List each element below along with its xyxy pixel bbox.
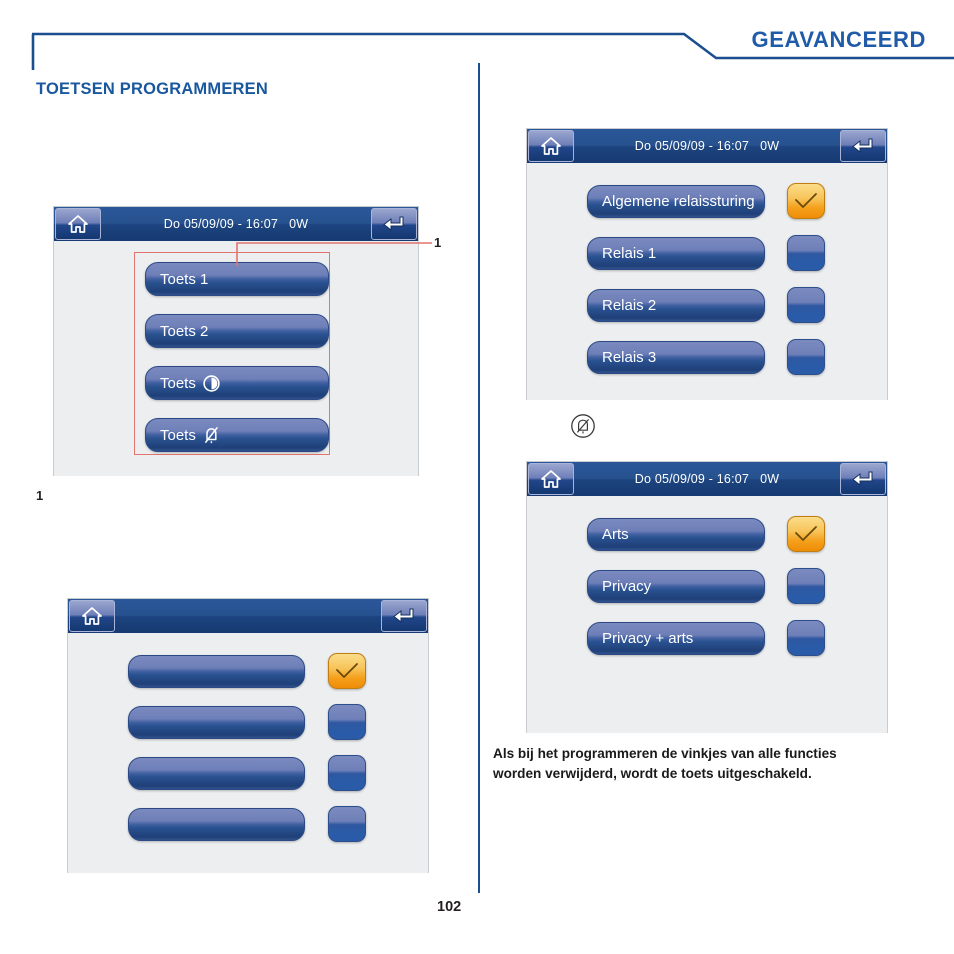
list-item-label: Toets 1 (160, 270, 209, 288)
bell-muted-icon (202, 425, 221, 445)
device-screen-blank-options (67, 598, 429, 873)
checkbox-unchecked[interactable] (787, 620, 825, 656)
list-item-label: Toets (160, 374, 196, 392)
return-arrow-icon (393, 608, 414, 624)
list-item-label: Relais 1 (602, 244, 657, 262)
note-paragraph: Als bij het programmeren de vinkjes van … (493, 744, 917, 783)
device-screen-relay-options: Do 05/09/09 - 16:07 0W Algemene relaisst… (526, 128, 888, 400)
list-item[interactable] (128, 755, 366, 791)
key-row-label[interactable]: Toets (145, 418, 329, 452)
back-button[interactable] (381, 600, 427, 632)
back-button[interactable] (840, 463, 886, 495)
bell-muted-circled-marker (569, 412, 597, 445)
brightness-icon (202, 374, 221, 393)
list-item-label: Toets 2 (160, 322, 209, 340)
check-icon (795, 526, 817, 541)
page-header: GEAVANCEERD (0, 0, 954, 70)
table-row[interactable]: Privacy + arts (587, 620, 825, 656)
list-item[interactable]: Toets 2 (145, 314, 329, 348)
check-icon (336, 663, 358, 678)
callout-number-bottom: 1 (36, 488, 44, 503)
home-icon (82, 607, 102, 625)
note-line-2: worden verwijderd, wordt de toets uitges… (493, 765, 812, 781)
home-button[interactable] (528, 130, 574, 162)
list-item-label: Privacy (602, 577, 652, 595)
checkbox-checked[interactable] (328, 653, 366, 689)
titlebar (68, 599, 428, 633)
list-item-label: Relais 2 (602, 296, 657, 314)
list-item-label: Algemene relaissturing (602, 192, 755, 210)
device-screen-keys-list: Do 05/09/09 - 16:07 0W Toets 1 Toets 2 T… (53, 206, 419, 476)
home-button[interactable] (528, 463, 574, 495)
note-line-1: Als bij het programmeren de vinkjes van … (493, 746, 837, 761)
return-arrow-icon (852, 138, 873, 154)
table-row[interactable]: Algemene relaissturing (587, 183, 825, 219)
list-item[interactable] (128, 704, 366, 740)
home-icon (68, 215, 88, 233)
titlebar: Do 05/09/09 - 16:07 0W (527, 129, 887, 163)
list-item-label: Relais 3 (602, 348, 657, 366)
list-item-label: Arts (602, 525, 629, 543)
back-button[interactable] (371, 208, 417, 240)
list-item[interactable]: Toets (145, 418, 329, 452)
checkbox-checked[interactable] (787, 516, 825, 552)
page-number: 102 (437, 899, 462, 915)
device-screen-privacy-options: Do 05/09/09 - 16:07 0W Arts Privacy Priv… (526, 461, 888, 733)
option-row-label[interactable] (128, 654, 305, 688)
option-row-label[interactable]: Algemene relaissturing (587, 184, 765, 218)
home-icon (541, 470, 561, 488)
table-row[interactable]: Relais 3 (587, 339, 825, 375)
home-icon (541, 137, 561, 155)
option-row-label[interactable]: Relais 2 (587, 288, 765, 322)
titlebar-status-text: Do 05/09/09 - 16:07 0W (163, 217, 309, 231)
titlebar: Do 05/09/09 - 16:07 0W (54, 207, 418, 241)
bell-muted-circled-icon (571, 414, 595, 438)
return-arrow-icon (383, 216, 404, 232)
check-icon (795, 193, 817, 208)
list-item[interactable]: Toets 1 (145, 262, 329, 296)
callout-number-top: 1 (434, 235, 442, 250)
key-row-label[interactable]: Toets 2 (145, 314, 329, 348)
option-row-label[interactable]: Privacy (587, 569, 765, 603)
return-arrow-icon (852, 471, 873, 487)
titlebar-status-text (116, 599, 380, 633)
list-item-label: Privacy + arts (602, 629, 694, 647)
table-row[interactable]: Arts (587, 516, 825, 552)
checkbox-unchecked[interactable] (328, 704, 366, 740)
list-item-label: Toets (160, 426, 196, 444)
titlebar-status-text: Do 05/09/09 - 16:07 0W (634, 472, 780, 486)
checkbox-checked[interactable] (787, 183, 825, 219)
checkbox-unchecked[interactable] (328, 755, 366, 791)
checkbox-unchecked[interactable] (328, 806, 366, 842)
option-row-label[interactable]: Arts (587, 517, 765, 551)
back-button[interactable] (840, 130, 886, 162)
key-row-label[interactable]: Toets (145, 366, 329, 400)
table-row[interactable]: Privacy (587, 568, 825, 604)
column-divider (478, 63, 480, 893)
option-row-label[interactable] (128, 705, 305, 739)
page-title: GEAVANCEERD (751, 27, 926, 52)
checkbox-unchecked[interactable] (787, 235, 825, 271)
titlebar: Do 05/09/09 - 16:07 0W (527, 462, 887, 496)
key-row-label[interactable]: Toets 1 (145, 262, 329, 296)
list-item[interactable] (128, 653, 366, 689)
home-button[interactable] (55, 208, 101, 240)
list-item[interactable]: Toets (145, 366, 329, 400)
table-row[interactable]: Relais 2 (587, 287, 825, 323)
titlebar-status-text: Do 05/09/09 - 16:07 0W (634, 139, 780, 153)
option-row-label[interactable] (128, 807, 305, 841)
option-row-label[interactable]: Relais 1 (587, 236, 765, 270)
option-row-label[interactable]: Privacy + arts (587, 621, 765, 655)
section-heading: TOETSEN PROGRAMMEREN (36, 80, 268, 98)
checkbox-unchecked[interactable] (787, 339, 825, 375)
option-row-label[interactable] (128, 756, 305, 790)
home-button[interactable] (69, 600, 115, 632)
list-item[interactable] (128, 806, 366, 842)
checkbox-unchecked[interactable] (787, 287, 825, 323)
checkbox-unchecked[interactable] (787, 568, 825, 604)
table-row[interactable]: Relais 1 (587, 235, 825, 271)
option-row-label[interactable]: Relais 3 (587, 340, 765, 374)
